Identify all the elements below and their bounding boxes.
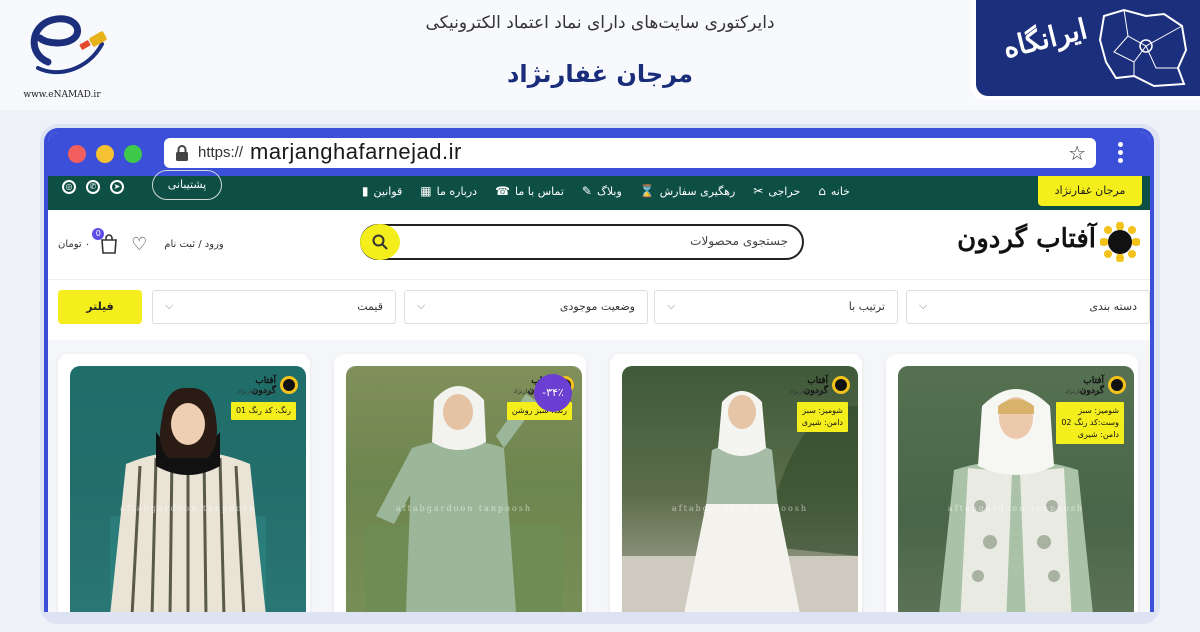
nav-item-label: وبلاگ	[596, 184, 622, 198]
browser-toolbar: https:// marjanghafarnejad.ir ☆	[48, 132, 1150, 176]
search-input[interactable]: جستجوی محصولات	[690, 234, 788, 248]
nav-item-label: حراجی	[768, 184, 801, 198]
irangah-logo[interactable]: ایرانگاه	[970, 0, 1200, 100]
product-image[interactable]: آفتاب گردون مرجان غفارنژاد شومیز: سبز دامن…	[622, 366, 858, 612]
image-watermark-text: aftabgardoon tanpoosh	[119, 504, 257, 513]
scissors-icon: ✂	[753, 184, 764, 198]
product-image[interactable]: آفتاب گردون مرجان غفارنژاد شومیز: سبز وست:…	[898, 366, 1134, 612]
product-color-tag: شومیز: سبز وست:کد رنگ 02 دامن: شیری	[1056, 402, 1124, 444]
enamad-logo[interactable]: www.eNAMAD.ir	[8, 4, 116, 100]
browser-menu-icon[interactable]	[1116, 140, 1124, 168]
pen-icon: ✎	[581, 184, 592, 198]
directory-banner: www.eNAMAD.ir دایرکتوری سایت‌های دارای ن…	[0, 0, 1200, 110]
search-button[interactable]	[360, 224, 400, 260]
wishlist-heart-icon[interactable]: ♡	[128, 234, 150, 255]
irangah-wordmark: ایرانگاه	[999, 12, 1091, 65]
stock-status-select[interactable]: وضعیت موجودی ⌵	[404, 290, 648, 324]
bookmark-star-icon[interactable]: ☆	[1068, 141, 1086, 165]
product-card[interactable]: آفتاب گردون مرجان غفارنژاد شومیز: سبز دامن…	[610, 354, 862, 612]
image-watermark-text: aftabgardoon tanpoosh	[395, 504, 533, 513]
product-image[interactable]: آفتاب گردون مرجان غفارنژاد رنگ: کد رنگ 01…	[70, 366, 306, 612]
enamad-e-icon	[30, 15, 107, 75]
chevron-down-icon: ⌵	[919, 299, 928, 312]
nav-item-sale[interactable]: ✂ حراجی	[753, 184, 800, 198]
price-select[interactable]: قیمت ⌵	[152, 290, 396, 324]
image-watermark-text: aftabgardoon tanpoosh	[671, 504, 809, 513]
telegram-icon[interactable]: ➤	[110, 180, 124, 194]
product-watermark-logo: آفتاب گردونمرجان غفارنژاد	[232, 374, 298, 398]
sort-select[interactable]: ترتیب با ⌵	[654, 290, 898, 324]
select-label: قیمت	[357, 300, 383, 313]
brand-name: آفتاب گردون	[957, 224, 1097, 254]
instagram-icon[interactable]: ◎	[62, 180, 76, 194]
select-label: دسته بندی	[1089, 300, 1137, 313]
search-icon	[372, 234, 388, 250]
url-domain: marjanghafarnejad.ir	[250, 139, 462, 164]
nav-item-about[interactable]: ▦ درباره ما	[420, 184, 477, 198]
nav-item-order-tracking[interactable]: ⌛ رهگیری سفارش	[640, 184, 736, 198]
product-color-tag: شومیز: سبز دامن: شیری	[796, 402, 848, 432]
address-bar[interactable]: https:// marjanghafarnejad.ir ☆	[164, 138, 1096, 168]
social-links: ◎ ✆ ➤	[62, 180, 124, 194]
cart-total: ۰ تومان	[58, 238, 91, 250]
header-actions: ۰ تومان 0 ♡ ورود / ثبت نام	[58, 228, 224, 256]
nav-item-label: تماس با ما	[515, 184, 564, 198]
select-label: ترتیب با	[848, 300, 885, 313]
product-grid: آفتاب گردون مرجان غفارنژاد رنگ: کد رنگ 01…	[48, 340, 1150, 612]
whatsapp-icon[interactable]: ✆	[86, 180, 100, 194]
filter-bar: فیلتر قیمت ⌵ وضعیت موجودی ⌵ ترتیب با ⌵ د…	[48, 280, 1150, 340]
irangah-badge: ایرانگاه	[976, 0, 1200, 96]
nav-item-label: درباره ما	[436, 184, 478, 198]
discount-badge: -۳۴٪	[534, 374, 572, 412]
url-protocol: https://	[198, 144, 244, 161]
chevron-down-icon: ⌵	[165, 299, 174, 312]
nav-item-home[interactable]: ⌂ خانه	[818, 184, 850, 198]
nav-menu: ⌂ خانه ✂ حراجی ⌛ رهگیری سفارش ✎ وبلاگ ☎ تماس …	[362, 176, 850, 206]
chevron-down-icon: ⌵	[417, 299, 426, 312]
product-image[interactable]: آفتاب گردونمرجان غفارنژاد رنگ: سبز روشن …	[346, 366, 582, 612]
nav-item-label: قوانین	[373, 184, 403, 198]
nav-item-contact[interactable]: ☎ تماس با ما	[495, 184, 564, 198]
topnav-store-button[interactable]: مرجان غفارنژاد	[1038, 176, 1142, 206]
login-register-link[interactable]: ورود / ثبت نام	[164, 239, 224, 250]
minimize-window-icon[interactable]	[96, 145, 114, 163]
close-window-icon[interactable]	[68, 145, 86, 163]
maximize-window-icon[interactable]	[124, 145, 142, 163]
book-icon: ▮	[361, 184, 369, 198]
product-card[interactable]: آفتاب گردون مرجان غفارنژاد شومیز: سبز وست:…	[886, 354, 1138, 612]
directory-title: دایرکتوری سایت‌های دارای نماد اعتماد الک…	[425, 13, 775, 33]
select-label: وضعیت موجودی	[559, 300, 635, 313]
nav-item-label: خانه	[830, 184, 850, 198]
brand-logo[interactable]: آفتاب گردون	[954, 222, 1140, 262]
product-card[interactable]: آفتاب گردونمرجان غفارنژاد رنگ: سبز روشن …	[334, 354, 586, 612]
site-top-nav: مرجان غفارنژاد ⌂ خانه ✂ حراجی ⌛ رهگیری سفار…	[48, 170, 1150, 210]
filter-button[interactable]: فیلتر	[58, 290, 142, 324]
product-color-tag: رنگ: کد رنگ 01	[230, 402, 296, 420]
browser-window: https:// marjanghafarnejad.ir ☆ مرجان غف…	[44, 128, 1154, 612]
hourglass-icon: ⌛	[639, 184, 655, 198]
chevron-down-icon: ⌵	[667, 299, 676, 312]
building-icon: ▦	[420, 184, 432, 198]
product-search[interactable]: جستجوی محصولات	[360, 224, 804, 260]
product-card[interactable]: آفتاب گردون مرجان غفارنژاد رنگ: کد رنگ 01…	[58, 354, 310, 612]
support-button[interactable]: پشتیبانی	[152, 170, 222, 200]
cart-button[interactable]: 0	[92, 228, 120, 254]
nav-item-blog[interactable]: ✎ وبلاگ	[582, 184, 622, 198]
site-header: آفتاب گردون جستجوی محصولات ۰ تومان 0 ♡ و	[48, 210, 1150, 280]
image-watermark-text: aftabgardoon tanpoosh	[947, 504, 1085, 513]
lock-icon	[176, 145, 188, 161]
nav-item-label: رهگیری سفارش	[659, 184, 736, 198]
shop-title: مرجان غفارنژاد	[507, 60, 693, 88]
phone-icon: ☎	[495, 184, 511, 198]
iran-map-icon	[1098, 8, 1188, 88]
home-icon: ⌂	[818, 184, 826, 198]
category-select[interactable]: دسته بندی ⌵	[906, 290, 1150, 324]
product-watermark-logo: آفتاب گردونمرجان غفارنژاد	[784, 374, 850, 398]
product-watermark-logo: آفتاب گردونمرجان غفارنژاد	[1060, 374, 1126, 398]
enamad-url: www.eNAMAD.ir	[23, 90, 101, 100]
nav-item-rules[interactable]: ▮ قوانین	[362, 184, 402, 198]
sunflower-icon	[1100, 222, 1140, 262]
